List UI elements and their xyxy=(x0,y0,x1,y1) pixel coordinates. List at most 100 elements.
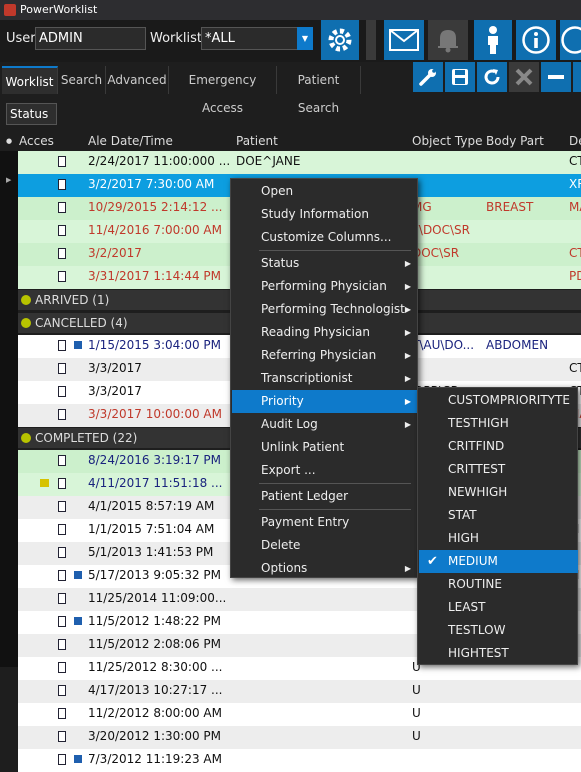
column-header-object-type[interactable]: Object Type xyxy=(412,134,482,148)
cell-de: MA xyxy=(569,197,581,218)
priority-item-high[interactable]: HIGH xyxy=(419,527,578,550)
menu-item-label: Study Information xyxy=(261,207,369,221)
priority-item-medium[interactable]: ✔MEDIUM xyxy=(419,550,578,573)
priority-item-least[interactable]: LEAST xyxy=(419,596,578,619)
priority-item-custompriorityte[interactable]: CUSTOMPRIORITYTE xyxy=(419,389,578,412)
priority-item-stat[interactable]: STAT xyxy=(419,504,578,527)
document-icon xyxy=(58,662,66,673)
tab-patient-search[interactable]: Patient Search xyxy=(277,66,361,94)
chevron-right-icon: ▶ xyxy=(405,557,411,580)
minimize-button[interactable] xyxy=(541,62,571,92)
save-button[interactable] xyxy=(445,62,475,92)
close-icon xyxy=(514,67,534,87)
app-logo-icon xyxy=(4,4,16,16)
priority-item-newhigh[interactable]: NEWHIGH xyxy=(419,481,578,504)
context-menu-item-study-information[interactable]: Study Information xyxy=(232,203,418,226)
priority-item-label: HIGHTEST xyxy=(448,646,509,660)
menu-item-label: Reading Physician xyxy=(261,325,370,339)
cell-date: 11/4/2016 7:00:00 AM xyxy=(88,220,222,241)
column-header-patient[interactable]: Patient xyxy=(236,134,278,148)
context-menu-item-status[interactable]: Status▶ xyxy=(232,252,418,275)
worklist-dropdown-button[interactable]: ▼ xyxy=(297,27,313,50)
notifications-button[interactable] xyxy=(428,20,468,60)
info-icon xyxy=(521,25,551,55)
context-menu-item-customize-columns[interactable]: Customize Columns... xyxy=(232,226,418,249)
priority-item-routine[interactable]: ROUTINE xyxy=(419,573,578,596)
close-button[interactable] xyxy=(509,62,539,92)
priority-item-label: HIGH xyxy=(448,531,479,545)
priority-item-label: CRITTEST xyxy=(448,462,505,476)
context-menu-item-options[interactable]: Options ▶ xyxy=(232,557,418,580)
settings-button[interactable] xyxy=(321,20,359,60)
chevron-right-icon: ▶ xyxy=(405,275,411,298)
priority-item-crittest[interactable]: CRITTEST xyxy=(419,458,578,481)
menu-item-label: Audit Log xyxy=(261,417,318,431)
column-header-body-part[interactable]: Body Part xyxy=(486,134,544,148)
context-menu-item-patient-ledger[interactable]: Patient Ledger xyxy=(232,485,418,508)
context-menu-item-audit-log[interactable]: Audit Log▶ xyxy=(232,413,418,436)
priority-item-hightest[interactable]: HIGHTEST xyxy=(419,642,578,665)
context-menu: Open Study Information Customize Columns..… xyxy=(230,178,418,578)
help-button[interactable] xyxy=(560,20,581,60)
context-menu-item-open[interactable]: Open xyxy=(232,180,418,203)
row-indicator-column: ▶ xyxy=(0,151,18,667)
column-header-access[interactable]: Acces xyxy=(19,134,54,148)
priority-item-critfind[interactable]: CRITFIND xyxy=(419,435,578,458)
document-icon xyxy=(58,570,66,581)
save-icon xyxy=(450,67,470,87)
cell-de: CT xyxy=(569,243,581,264)
priority-item-label: TESTLOW xyxy=(448,623,505,637)
table-row[interactable]: 4/17/2013 10:27:17 ...U xyxy=(18,680,581,703)
status-filter-button[interactable]: Status ▲ xyxy=(6,103,57,125)
tab-search[interactable]: Search xyxy=(58,66,106,94)
refresh-button[interactable] xyxy=(477,62,507,92)
context-menu-item-payment-entry[interactable]: Payment Entry xyxy=(232,511,418,534)
priority-item-label: ROUTINE xyxy=(448,577,502,591)
table-row[interactable]: 7/3/2012 11:19:23 AM xyxy=(18,749,581,772)
column-header-date[interactable]: Ale Date/Time xyxy=(88,134,173,148)
menu-item-label: Referring Physician xyxy=(261,348,376,362)
patient-button[interactable] xyxy=(474,20,512,60)
priority-item-label: CRITFIND xyxy=(448,439,504,453)
column-header-description[interactable]: De xyxy=(569,134,581,148)
tab-advanced[interactable]: Advanced xyxy=(106,66,169,94)
context-menu-item-transcriptionist[interactable]: Transcriptionist▶ xyxy=(232,367,418,390)
menu-separator xyxy=(259,250,411,251)
row-indicator-header-icon: ● xyxy=(6,137,12,145)
document-icon xyxy=(58,616,66,627)
cell-date: 4/17/2013 10:27:17 ... xyxy=(88,680,223,701)
tab-emergency-access[interactable]: Emergency Access xyxy=(169,66,277,94)
menu-item-label: Options xyxy=(261,561,307,575)
table-row[interactable]: 3/20/2012 1:30:00 PMU xyxy=(18,726,581,749)
priority-submenu: CUSTOMPRIORITYTETESTHIGH CRITFIND CRITTEST… xyxy=(417,387,578,665)
info-button[interactable] xyxy=(516,20,556,60)
table-row[interactable]: 2/24/2017 11:00:000 ...DOE^JANECT xyxy=(18,151,581,174)
context-menu-item-delete[interactable]: Delete xyxy=(232,534,418,557)
app-title: PowerWorklist xyxy=(20,3,97,16)
refresh-icon xyxy=(482,67,502,87)
priority-item-testhigh[interactable]: TESTHIGH xyxy=(419,412,578,435)
context-menu-item-performing-technologist[interactable]: Performing Technologist▶ xyxy=(232,298,418,321)
cell-date: 3/3/2017 xyxy=(88,358,142,379)
table-row[interactable]: 11/2/2012 8:00:00 AMU xyxy=(18,703,581,726)
context-menu-item-reading-physician[interactable]: Reading Physician▶ xyxy=(232,321,418,344)
context-menu-item-export[interactable]: Export ... xyxy=(232,459,418,482)
tab-worklist[interactable]: Worklist xyxy=(2,66,58,94)
user-field[interactable]: ADMIN xyxy=(35,27,146,50)
tools-button[interactable] xyxy=(413,62,443,92)
context-menu-item-unlink-patient[interactable]: Unlink Patient xyxy=(232,436,418,459)
context-menu-item-referring-physician[interactable]: Referring Physician▶ xyxy=(232,344,418,367)
worklist-label: Worklist xyxy=(150,31,202,46)
overflow-button[interactable] xyxy=(573,62,581,92)
cell-date: 8/24/2016 3:19:17 PM xyxy=(88,450,221,471)
context-menu-item-performing-physician[interactable]: Performing Physician▶ xyxy=(232,275,418,298)
cell-date: 3/31/2017 1:14:44 PM xyxy=(88,266,221,287)
messages-button[interactable] xyxy=(384,20,424,60)
menu-item-label: Delete xyxy=(261,538,300,552)
context-menu-item-priority[interactable]: Priority▶ xyxy=(232,390,418,413)
priority-item-testlow[interactable]: TESTLOW xyxy=(419,619,578,642)
cell-date: 4/1/2015 8:57:19 AM xyxy=(88,496,214,517)
menu-item-label: Performing Technologist xyxy=(261,302,405,316)
worklist-select[interactable]: *ALL xyxy=(201,27,298,50)
cell-body: ABDOMEN xyxy=(486,335,548,356)
